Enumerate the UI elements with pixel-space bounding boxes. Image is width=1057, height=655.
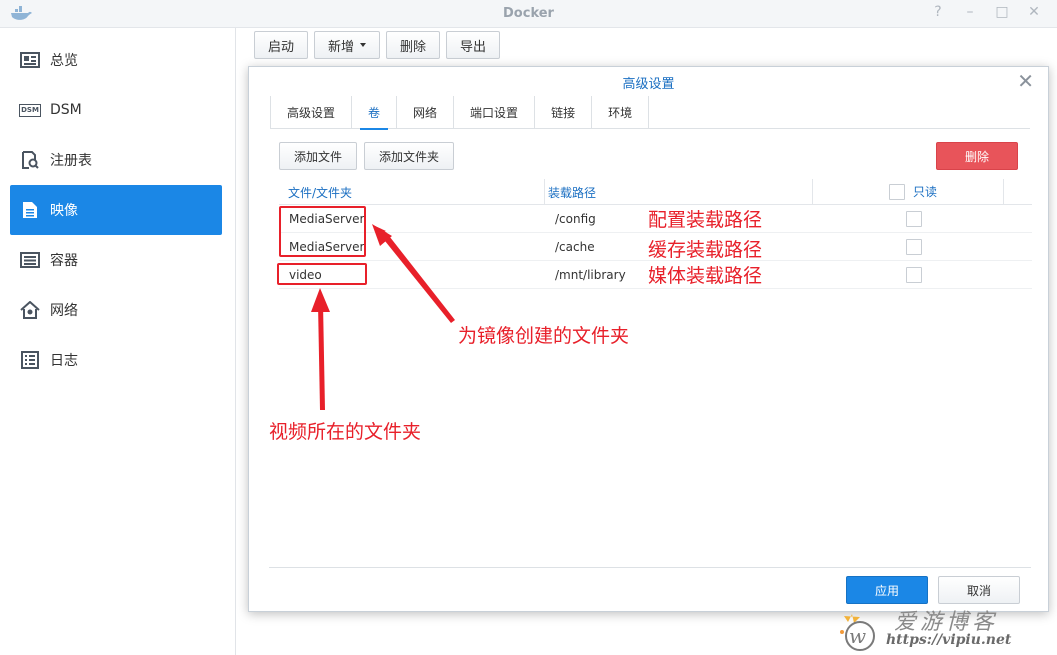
annotation-video-folder: 视频所在的文件夹 (269, 421, 422, 443)
arrow-to-video (318, 303, 325, 410)
annotation-config: 配置装载路径 (648, 209, 763, 231)
vipiu-logo-icon: w (840, 614, 875, 651)
watermark-url: https://vipiu.net (886, 632, 1012, 648)
annotation-media: 媒体装载路径 (648, 265, 763, 287)
svg-text:w: w (849, 624, 866, 648)
annotation-cache: 缓存装载路径 (648, 239, 763, 261)
annotation-folder-for-image: 为镜像创建的文件夹 (458, 325, 630, 347)
watermark: w 爱游博客 https://vipiu.net (836, 604, 1026, 652)
